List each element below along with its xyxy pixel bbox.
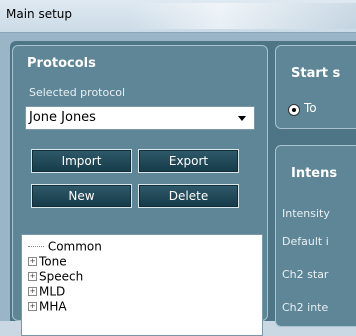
intensity-panel: Intens Intensity Default i Ch2 star Ch2 … [275,145,356,327]
window-client-area: Protocols Selected protocol Jone Jones I… [0,33,356,336]
export-button-label: Export [168,154,209,168]
plus-box-icon[interactable]: + [28,257,37,266]
protocols-panel: Protocols Selected protocol Jone Jones I… [12,45,268,336]
start-header: Start s [291,66,341,81]
radio-dot [292,108,296,112]
plus-box-icon[interactable]: + [28,272,37,281]
protocols-header: Protocols [27,56,96,71]
import-button[interactable]: Import [31,149,132,173]
selected-protocol-dropdown[interactable]: Jone Jones [25,106,255,130]
ch2-intensity-label: Ch2 inte [282,301,329,314]
window-titlebar: Main setup [0,0,356,33]
delete-button[interactable]: Delete [138,184,239,208]
plus-box-icon[interactable]: + [28,287,37,296]
selected-protocol-value: Jone Jones [29,110,96,125]
ch2-start-label: Ch2 star [282,268,329,281]
tree-item-mha[interactable]: + MHA [28,299,67,314]
window-title: Main setup [6,7,73,21]
tree-item-label: MHA [39,299,67,314]
chevron-down-icon [238,116,246,121]
new-button-label: New [68,189,95,203]
export-button[interactable]: Export [138,149,239,173]
titlebar-decoration [130,3,356,29]
delete-button-label: Delete [168,189,209,203]
tree-item-tone[interactable]: + Tone [28,254,67,269]
tree-item-mld[interactable]: + MLD [28,284,66,299]
plus-box-icon[interactable]: + [28,302,37,311]
selected-protocol-label: Selected protocol [29,86,126,99]
tree-item-speech[interactable]: + Speech [28,269,84,284]
default-intensity-label: Default i [282,235,329,248]
tree-item-label: Common [47,239,102,254]
start-option-label: To [304,101,317,115]
start-panel: Start s To [275,45,356,129]
tree-item-label: Speech [39,269,84,284]
tree-item-label: Tone [39,254,67,269]
intensity-row-label: Intensity [282,207,330,220]
tree-connector [28,246,44,247]
tree-item-common[interactable]: Common [28,239,102,254]
new-button[interactable]: New [31,184,132,208]
radio-selected-icon[interactable] [288,104,300,116]
import-button-label: Import [61,154,102,168]
tree-item-label: MLD [39,284,66,299]
intensity-header: Intens [291,166,338,181]
